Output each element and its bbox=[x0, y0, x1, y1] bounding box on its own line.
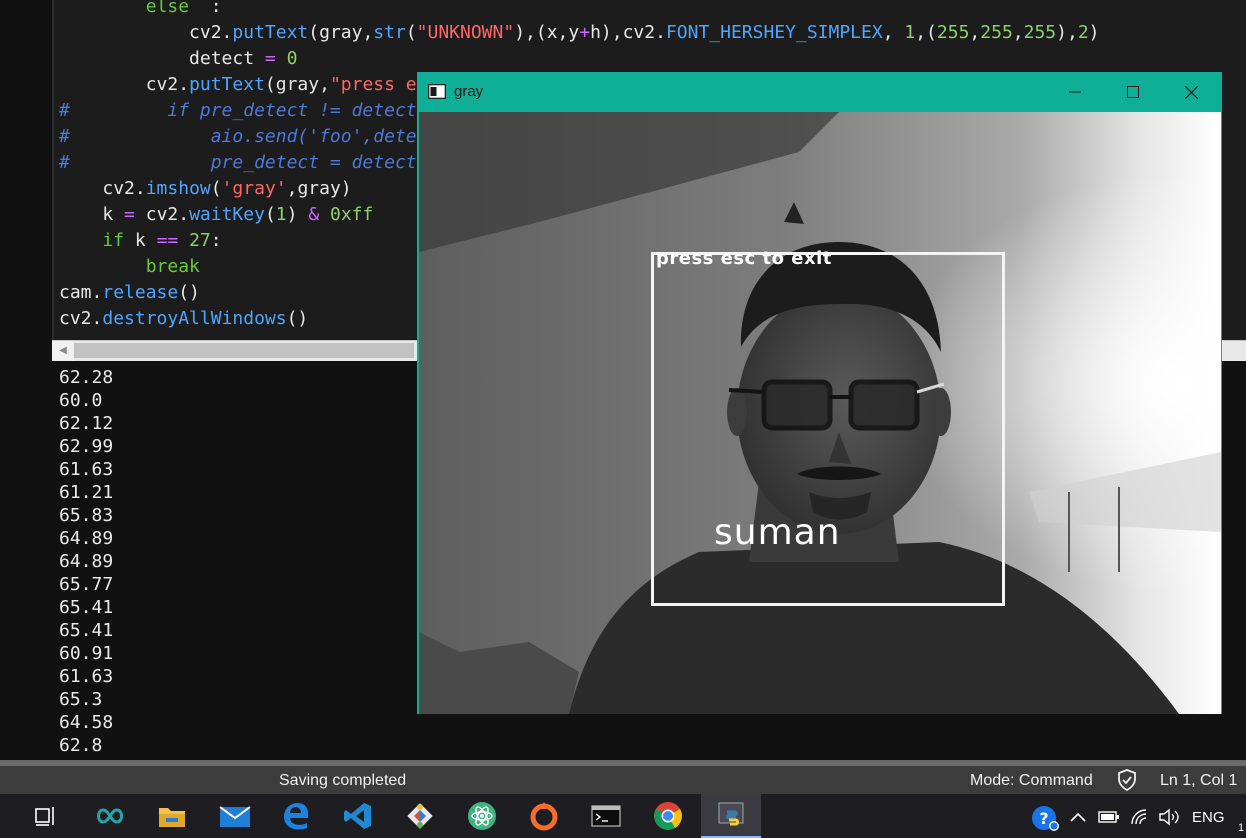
code-line: detect = 0 bbox=[189, 48, 298, 69]
maximize-button[interactable] bbox=[1104, 73, 1162, 111]
scrollbar-thumb[interactable] bbox=[74, 343, 414, 358]
close-icon bbox=[1184, 85, 1198, 99]
git-icon[interactable] bbox=[390, 794, 450, 838]
chevron-up-icon[interactable] bbox=[1070, 812, 1086, 822]
recognized-name-label: suman bbox=[714, 512, 841, 553]
edge-icon[interactable] bbox=[266, 794, 326, 838]
chrome-icon[interactable] bbox=[638, 794, 698, 838]
console-line: 62.8 bbox=[59, 735, 103, 756]
status-bar: Saving completed Mode: Command Ln 1, Col… bbox=[0, 760, 1246, 794]
console-line: 62.12 bbox=[59, 413, 114, 434]
console-line: 64.89 bbox=[59, 551, 114, 572]
close-button[interactable] bbox=[1162, 73, 1220, 111]
maximize-icon bbox=[1127, 86, 1139, 98]
wifi-icon[interactable] bbox=[1130, 808, 1150, 826]
python-idle-icon[interactable] bbox=[701, 794, 761, 838]
svg-text:?: ? bbox=[1039, 809, 1048, 828]
console-line: 61.21 bbox=[59, 482, 114, 503]
console-line: 64.89 bbox=[59, 528, 114, 549]
console-line: 60.91 bbox=[59, 643, 114, 664]
clock[interactable]: 1 bbox=[1238, 822, 1244, 834]
status-message: Saving completed bbox=[279, 772, 407, 789]
console-line: 62.99 bbox=[59, 436, 114, 457]
terminal-icon[interactable] bbox=[576, 794, 636, 838]
code-line: # aio.send('foo',dete bbox=[59, 126, 417, 147]
arduino-icon[interactable] bbox=[80, 794, 140, 838]
code-line: # pre_detect = detect bbox=[59, 152, 417, 173]
overlay-instruction-text: press esc to exit bbox=[656, 248, 832, 269]
window-title: gray bbox=[454, 83, 484, 100]
minimize-icon bbox=[1069, 91, 1081, 93]
editor-gutter-edge bbox=[52, 0, 54, 360]
code-line: cv2.destroyAllWindows() bbox=[59, 308, 309, 329]
code-line: cv2.putText(gray,str("UNKNOWN"),(x,y+h),… bbox=[189, 22, 1100, 43]
language-indicator[interactable]: ENG bbox=[1192, 809, 1225, 826]
code-line: k = cv2.waitKey(1) & 0xff bbox=[102, 204, 374, 225]
console-line: 64.58 bbox=[59, 712, 114, 733]
mail-icon[interactable] bbox=[205, 794, 265, 838]
help-icon[interactable]: ? bbox=[1030, 804, 1060, 832]
console-line: 61.63 bbox=[59, 666, 114, 687]
task-view-icon[interactable] bbox=[16, 794, 76, 838]
shield-icon bbox=[1118, 769, 1136, 791]
console-line: 62.28 bbox=[59, 367, 114, 388]
atom-icon[interactable] bbox=[452, 794, 512, 838]
cursor-position: Ln 1, Col 1 bbox=[1160, 772, 1238, 789]
console-line: 65.41 bbox=[59, 597, 114, 618]
scroll-left-icon[interactable]: ◀ bbox=[52, 341, 74, 361]
code-line: cv2.putText(gray,"press e bbox=[145, 74, 417, 95]
code-line: break bbox=[145, 256, 200, 277]
console-line: 61.63 bbox=[59, 459, 114, 480]
code-line: else : bbox=[145, 0, 222, 17]
code-line: cv2.imshow('gray',gray) bbox=[102, 178, 352, 199]
origin-icon[interactable] bbox=[514, 794, 574, 838]
code-line: cam.release() bbox=[59, 282, 200, 303]
console-line: 60.0 bbox=[59, 390, 103, 411]
window-titlebar[interactable]: gray bbox=[418, 73, 1221, 111]
file-explorer-icon[interactable] bbox=[142, 794, 202, 838]
status-mode: Mode: Command bbox=[970, 772, 1093, 789]
app-window-icon bbox=[428, 84, 446, 99]
battery-icon[interactable] bbox=[1098, 810, 1120, 824]
code-line: # if pre_detect != detect bbox=[59, 100, 417, 121]
taskbar: ? ENG 1 bbox=[0, 794, 1246, 838]
gray-window[interactable]: gray press esc to exit suman bbox=[417, 72, 1222, 714]
console-line: 65.83 bbox=[59, 505, 114, 526]
camera-frame: press esc to exit suman bbox=[419, 112, 1221, 714]
console-line: 65.3 bbox=[59, 689, 103, 710]
volume-icon[interactable] bbox=[1158, 808, 1182, 826]
console-line: 65.77 bbox=[59, 574, 114, 595]
console-line: 65.41 bbox=[59, 620, 114, 641]
code-line: if k == 27: bbox=[102, 230, 222, 251]
vscode-icon[interactable] bbox=[328, 794, 388, 838]
minimize-button[interactable] bbox=[1046, 73, 1104, 111]
